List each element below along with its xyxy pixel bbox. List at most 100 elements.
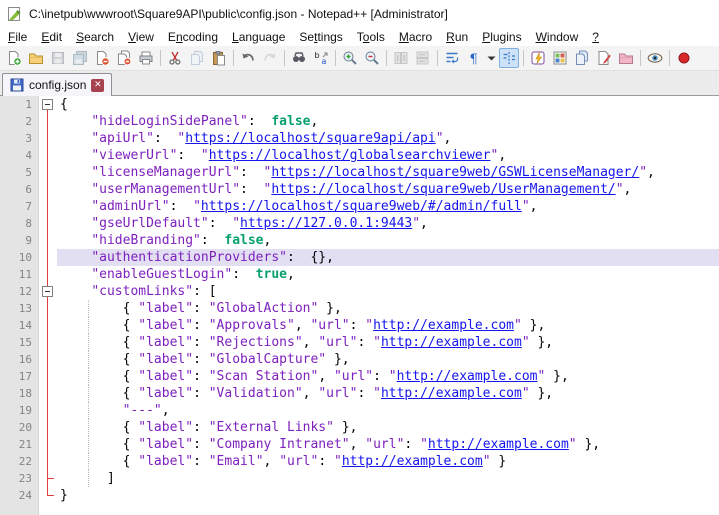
code-line-3[interactable]: 3 "apiUrl": "https://localhost/square9ap… [0,130,719,147]
menu-item-settings[interactable]: Settings [292,28,349,46]
user-define-dialog-icon[interactable] [528,48,548,68]
url-link[interactable]: http://example.com [373,318,514,333]
code-line-7[interactable]: 7 "adminUrl": "https://localhost/square9… [0,198,719,215]
code-text[interactable]: "hideBranding": false, [57,232,719,249]
code-line-20[interactable]: 20 { "label": "External Links" }, [0,419,719,436]
menu-item-encoding[interactable]: Encoding [161,28,225,46]
menu-item-view[interactable]: View [121,28,161,46]
fold-toggle-icon[interactable] [42,286,53,297]
url-link[interactable]: https://localhost/square9api/api [185,131,435,146]
open-folder-icon[interactable] [26,48,46,68]
menu-item-window[interactable]: Window [529,28,586,46]
code-text[interactable]: { "label": "Validation", "url": "http://… [57,385,719,402]
document-map-icon[interactable] [550,48,570,68]
close-icon[interactable]: ✕ [91,79,104,92]
dropdown-arrow-icon[interactable] [486,48,497,68]
code-line-10[interactable]: 10 "authenticationProviders": {}, [0,249,719,266]
url-link[interactable]: https://localhost/square9web/GSWLicenseM… [271,165,639,180]
url-link[interactable]: https://localhost/square9web/#/admin/ful… [201,199,522,214]
zoom-out-icon[interactable] [362,48,382,68]
code-text[interactable]: { "label": "GlobalAction" }, [57,300,719,317]
menu-item-language[interactable]: Language [225,28,292,46]
code-line-12[interactable]: 12 "customLinks": [ [0,283,719,300]
code-line-19[interactable]: 19 "---", [0,402,719,419]
code-text[interactable]: { "label": "Rejections", "url": "http://… [57,334,719,351]
print-icon[interactable] [136,48,156,68]
undo-icon[interactable] [238,48,258,68]
code-text[interactable]: { "label": "Scan Station", "url": "http:… [57,368,719,385]
code-text[interactable]: "adminUrl": "https://localhost/square9we… [57,198,719,215]
code-line-18[interactable]: 18 { "label": "Validation", "url": "http… [0,385,719,402]
code-text[interactable]: "customLinks": [ [57,283,719,300]
code-text[interactable]: "hideLoginSidePanel": false, [57,113,719,130]
url-link[interactable]: http://example.com [428,437,569,452]
code-line-21[interactable]: 21 { "label": "Company Intranet", "url":… [0,436,719,453]
code-text[interactable]: "enableGuestLogin": true, [57,266,719,283]
code-line-14[interactable]: 14 { "label": "Approvals", "url": "http:… [0,317,719,334]
cut-icon[interactable] [165,48,185,68]
code-text[interactable]: "apiUrl": "https://localhost/square9api/… [57,130,719,147]
menu-item-search[interactable]: Search [69,28,121,46]
code-text[interactable]: { [57,96,719,113]
code-text[interactable]: "viewerUrl": "https://localhost/globalse… [57,147,719,164]
fold-margin-cell[interactable] [39,283,57,300]
close-all-icon[interactable] [114,48,134,68]
menu-item-help[interactable]: ? [585,28,606,46]
new-file-icon[interactable] [4,48,24,68]
code-text[interactable]: "userManagementUrl": "https://localhost/… [57,181,719,198]
code-line-13[interactable]: 13 { "label": "GlobalAction" }, [0,300,719,317]
code-line-24[interactable]: 24} [0,487,719,504]
code-line-11[interactable]: 11 "enableGuestLogin": true, [0,266,719,283]
monitoring-eye-icon[interactable] [645,48,665,68]
close-icon[interactable] [92,48,112,68]
code-text[interactable]: "---", [57,402,719,419]
code-text[interactable]: { "label": "External Links" }, [57,419,719,436]
code-line-4[interactable]: 4 "viewerUrl": "https://localhost/global… [0,147,719,164]
url-link[interactable]: https://127.0.0.1:9443 [240,216,412,231]
zoom-in-icon[interactable] [340,48,360,68]
menu-item-file[interactable]: File [1,28,34,46]
code-line-15[interactable]: 15 { "label": "Rejections", "url": "http… [0,334,719,351]
menu-item-plugins[interactable]: Plugins [475,28,528,46]
menu-item-tools[interactable]: Tools [350,28,392,46]
code-line-2[interactable]: 2 "hideLoginSidePanel": false, [0,113,719,130]
folder-as-workspace-icon[interactable] [616,48,636,68]
tab-config-json[interactable]: config.json ✕ [2,73,112,96]
url-link[interactable]: http://example.com [381,335,522,350]
code-line-1[interactable]: 1{ [0,96,719,113]
indent-guide-icon[interactable] [499,48,519,68]
code-line-22[interactable]: 22 { "label": "Email", "url": "http://ex… [0,453,719,470]
show-all-chars-icon[interactable]: ¶ [464,48,484,68]
code-line-23[interactable]: 23 ] [0,470,719,487]
code-text[interactable]: { "label": "Email", "url": "http://examp… [57,453,719,470]
url-link[interactable]: http://example.com [342,454,483,469]
url-link[interactable]: http://example.com [397,369,538,384]
code-text[interactable]: { "label": "GlobalCapture" }, [57,351,719,368]
code-line-6[interactable]: 6 "userManagementUrl": "https://localhos… [0,181,719,198]
replace-icon[interactable]: ba [311,48,331,68]
function-list-icon[interactable] [594,48,614,68]
editor[interactable]: 1{2 "hideLoginSidePanel": false,3 "apiUr… [0,96,719,515]
document-list-icon[interactable] [572,48,592,68]
url-link[interactable]: http://example.com [381,386,522,401]
code-text[interactable]: "licenseManagerUrl": "https://localhost/… [57,164,719,181]
find-icon[interactable] [289,48,309,68]
code-line-8[interactable]: 8 "gseUrlDefault": "https://127.0.0.1:94… [0,215,719,232]
code-line-17[interactable]: 17 { "label": "Scan Station", "url": "ht… [0,368,719,385]
code-line-16[interactable]: 16 { "label": "GlobalCapture" }, [0,351,719,368]
macro-record-icon[interactable] [674,48,694,68]
code-text[interactable]: "gseUrlDefault": "https://127.0.0.1:9443… [57,215,719,232]
code-text[interactable]: ] [57,470,719,487]
menu-item-edit[interactable]: Edit [34,28,69,46]
code-line-9[interactable]: 9 "hideBranding": false, [0,232,719,249]
url-link[interactable]: https://localhost/square9web/UserManagem… [271,182,615,197]
fold-toggle-icon[interactable] [42,99,53,110]
code-text[interactable]: "authenticationProviders": {}, [57,249,719,266]
word-wrap-icon[interactable] [442,48,462,68]
menu-item-run[interactable]: Run [439,28,475,46]
code-text[interactable]: { "label": "Approvals", "url": "http://e… [57,317,719,334]
code-text[interactable]: } [57,487,719,504]
paste-icon[interactable] [209,48,229,68]
url-link[interactable]: https://localhost/globalsearchviewer [209,148,491,163]
code-line-5[interactable]: 5 "licenseManagerUrl": "https://localhos… [0,164,719,181]
